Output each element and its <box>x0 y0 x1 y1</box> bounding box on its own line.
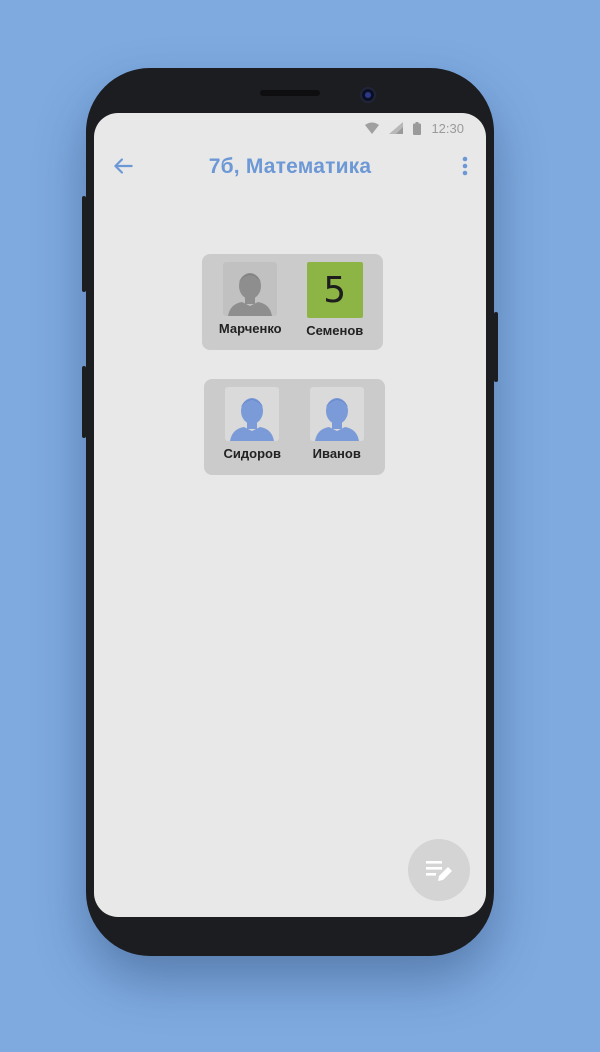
page-title: 7б, Математика <box>208 155 372 178</box>
more-vert-icon[interactable] <box>460 153 470 179</box>
front-camera <box>360 87 376 103</box>
person-icon <box>228 273 273 316</box>
arrow-left-icon[interactable] <box>110 153 136 179</box>
student-card-semenov[interactable]: 5 Семенов <box>295 262 375 344</box>
edit-fab-button[interactable] <box>408 839 470 901</box>
earpiece-speaker <box>260 90 320 96</box>
desk-1: Марченко 5 Семенов <box>202 254 383 350</box>
wifi-icon <box>365 122 380 134</box>
edit-note-icon <box>426 861 452 881</box>
student-card-marchenko[interactable]: Марченко <box>210 262 290 344</box>
grade-badge: 5 <box>306 262 363 318</box>
battery-icon <box>413 121 422 135</box>
signal-icon <box>389 122 404 134</box>
bixby-button <box>82 366 86 438</box>
volume-button <box>82 196 86 292</box>
student-name: Иванов <box>312 446 361 461</box>
status-bar: 12:30 <box>94 113 486 143</box>
avatar <box>309 387 364 441</box>
power-button <box>494 312 498 382</box>
person-icon <box>314 398 359 441</box>
student-name: Семенов <box>306 323 364 338</box>
student-card-ivanov[interactable]: Иванов <box>297 387 377 469</box>
student-name: Марченко <box>218 321 282 336</box>
app-bar: 7б, Математика <box>94 147 486 187</box>
student-card-sidorov[interactable]: Сидоров <box>212 387 292 469</box>
avatar <box>223 262 278 316</box>
avatar <box>225 387 280 441</box>
person-icon <box>230 398 275 441</box>
status-time: 12:30 <box>431 120 464 136</box>
student-name: Сидоров <box>223 446 281 461</box>
app-screen: 12:30 7б, Математика Марченко 5 Семенов … <box>94 113 486 917</box>
desk-2: Сидоров Иванов <box>204 379 385 475</box>
